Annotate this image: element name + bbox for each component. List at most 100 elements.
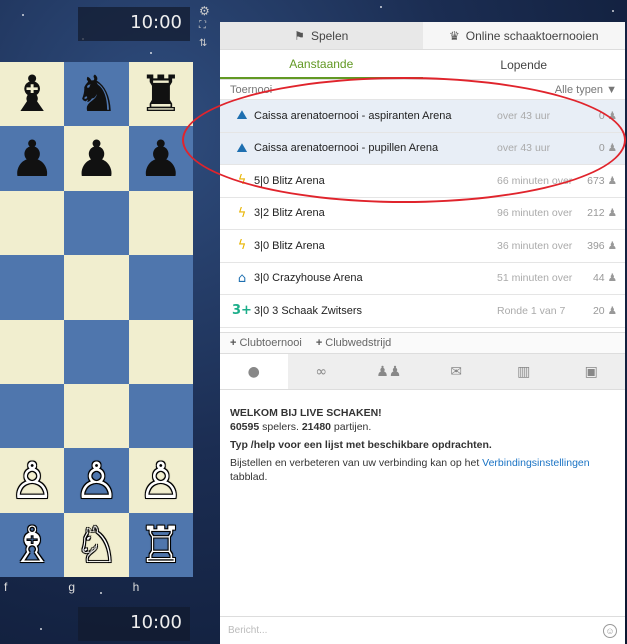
tournament-player-count: 0 ♟ bbox=[575, 142, 625, 154]
tab-play[interactable]: ⚑ Spelen bbox=[220, 22, 423, 49]
chat-welcome: WELKOM BIJ LIVE SCHAKEN! bbox=[230, 407, 382, 419]
tournament-list[interactable]: ⛰ Caissa arenatoernooi - aspiranten Arena… bbox=[220, 100, 625, 332]
blitz-icon: ϟ bbox=[237, 173, 247, 189]
player-count-value: 0 bbox=[598, 142, 605, 155]
create-club-match-button[interactable]: + Clubwedstrijd bbox=[316, 337, 391, 349]
piece-square[interactable]: ♗ bbox=[0, 512, 65, 578]
chat-players-text: spelers. bbox=[259, 421, 302, 433]
flip-board-icon[interactable]: ⇅ bbox=[199, 38, 207, 49]
crazy-icon: ⌂ bbox=[237, 270, 247, 286]
stats-icon[interactable]: ▥ bbox=[490, 354, 558, 389]
tournament-row[interactable]: ➤1|0 Bullet Arena26 minuten229 ♟ bbox=[220, 328, 625, 333]
piece-square[interactable]: ♖ bbox=[128, 512, 193, 578]
piece-square[interactable]: ♞ bbox=[64, 62, 129, 127]
tab-upcoming[interactable]: Aanstaande bbox=[220, 50, 423, 79]
piece-square[interactable]: ♟ bbox=[0, 126, 65, 191]
board-square[interactable] bbox=[0, 190, 65, 256]
tournament-row[interactable]: ⌂ 3|0 Crazyhouse Arena 51 minuten over 44 ♟ bbox=[220, 263, 625, 295]
tournament-start-time: 36 minuten over bbox=[497, 239, 573, 252]
messages-icon[interactable]: ✉ bbox=[423, 354, 491, 389]
player-count-value: 0 bbox=[598, 109, 605, 122]
piece-square[interactable]: ♜ bbox=[128, 62, 193, 127]
type-filter-dropdown[interactable]: Alle typen ▼ bbox=[555, 84, 617, 96]
tournament-player-count: 20 ♟ bbox=[575, 305, 625, 317]
piece-square[interactable]: ♟ bbox=[128, 126, 193, 191]
piece-square[interactable]: ♝ bbox=[0, 62, 65, 127]
chat-settings-post: tabblad. bbox=[230, 471, 268, 483]
player-count-value: 673 bbox=[587, 174, 605, 187]
board-square[interactable] bbox=[0, 383, 65, 449]
person-icon: ♟ bbox=[607, 207, 617, 220]
board-square[interactable] bbox=[64, 190, 129, 256]
board-square[interactable] bbox=[128, 383, 193, 449]
file-label: h bbox=[132, 580, 140, 594]
fullscreen-icon[interactable]: ⛶ bbox=[199, 20, 206, 31]
tournament-name: 5|0 Blitz Arena bbox=[254, 174, 325, 187]
message-bar: Bericht... ☺ bbox=[220, 616, 625, 644]
tab-online-tournaments[interactable]: ♛ Online schaaktoernooien bbox=[422, 22, 625, 49]
sub-tabs: Aanstaande Lopende bbox=[220, 50, 625, 80]
board-square[interactable] bbox=[0, 255, 65, 320]
flag-icon: ⚑ bbox=[294, 28, 305, 43]
board-square[interactable] bbox=[0, 319, 65, 384]
file-labels: f g h bbox=[0, 580, 193, 594]
tournament-player-count: 0 ♟ bbox=[575, 110, 625, 122]
friends-icon[interactable]: ♟♟ bbox=[355, 354, 423, 389]
tournament-name: 3|0 Blitz Arena bbox=[254, 239, 325, 252]
tournament-row[interactable]: ⛰ Caissa arenatoernooi - aspiranten Arena… bbox=[220, 100, 625, 133]
board-square[interactable] bbox=[128, 319, 193, 384]
player-clock: 10:00 bbox=[78, 607, 190, 641]
piece-square[interactable]: ♟ bbox=[64, 126, 129, 191]
tournament-player-count: 673 ♟ bbox=[575, 175, 625, 187]
board-rank bbox=[0, 319, 193, 384]
chat-bubble-icon[interactable]: ● bbox=[220, 354, 288, 389]
piece-square[interactable]: ♙ bbox=[128, 448, 193, 513]
tournament-player-count: 44 ♟ bbox=[575, 272, 625, 284]
chat-icon-tabs: ● ∞ ♟♟ ✉ ▥ ▣ bbox=[220, 354, 625, 390]
person-icon: ♟ bbox=[607, 272, 617, 285]
message-input[interactable]: Bericht... bbox=[228, 625, 267, 636]
chess-board[interactable]: ♝ ♞ ♜ ♟ ♟ ♟ ♙ ♙ ♙ ♗ ♘ ♖ bbox=[0, 62, 193, 578]
piece-square[interactable]: ♙ bbox=[64, 448, 129, 513]
emoji-icon[interactable]: ☺ bbox=[603, 623, 617, 638]
board-rank: ♟ ♟ ♟ bbox=[0, 126, 193, 191]
three-icon: 3+ bbox=[232, 303, 252, 319]
tournament-start-time: over 43 uur bbox=[497, 142, 551, 155]
tournament-name: 3|2 Blitz Arena bbox=[254, 207, 325, 220]
tournament-name: Caissa arenatoernooi - aspiranten Arena bbox=[254, 109, 452, 122]
tournament-row[interactable]: ⛰ Caissa arenatoernooi - pupillen Arena ov… bbox=[220, 132, 625, 165]
binoculars-icon[interactable]: ∞ bbox=[288, 354, 356, 389]
chat-games-text: partijen. bbox=[331, 421, 372, 433]
player-count-value: 396 bbox=[587, 239, 605, 252]
blitz-icon: ϟ bbox=[237, 205, 247, 221]
player-count-value: 20 bbox=[592, 304, 605, 317]
chat-games-count: 21480 bbox=[301, 421, 332, 433]
board-square[interactable] bbox=[128, 190, 193, 256]
tab-online-label: Online schaaktoernooien bbox=[465, 28, 599, 43]
player-count-value: 44 bbox=[592, 272, 605, 285]
tournament-row[interactable]: ϟ 3|2 Blitz Arena 96 minuten over 212 ♟ bbox=[220, 198, 625, 230]
chat-help: Typ /help voor een lijst met beschikbare… bbox=[230, 439, 492, 451]
create-club-tournament-button[interactable]: + Clubtoernooi bbox=[230, 337, 302, 349]
board-rank bbox=[0, 255, 193, 320]
board-rank: ♗ ♘ ♖ bbox=[0, 512, 193, 578]
tournament-start-time: Ronde 1 van 7 bbox=[497, 304, 566, 317]
board-square[interactable] bbox=[64, 383, 129, 449]
board-square[interactable] bbox=[64, 255, 129, 320]
tournament-row[interactable]: ϟ 5|0 Blitz Arena 66 minuten over 673 ♟ bbox=[220, 165, 625, 198]
plus-icon: + bbox=[230, 337, 237, 349]
board-square[interactable] bbox=[64, 319, 129, 384]
arena-icon: ⛰ bbox=[236, 108, 248, 124]
piece-square[interactable]: ♘ bbox=[64, 512, 129, 578]
main-tabs: ⚑ Spelen ♛ Online schaaktoernooien bbox=[220, 22, 625, 50]
video-icon[interactable]: ▣ bbox=[558, 354, 626, 389]
piece-square[interactable]: ♙ bbox=[0, 448, 65, 513]
create-bar: + Clubtoernooi + Clubwedstrijd bbox=[220, 332, 625, 354]
settings-icon[interactable]: ⚙ bbox=[199, 4, 210, 18]
tournament-row[interactable]: 3+ 3|0 3 Schaak Zwitsers Ronde 1 van 7 20 ♟ bbox=[220, 295, 625, 328]
board-square[interactable] bbox=[128, 255, 193, 320]
connection-settings-link[interactable]: Verbindingsinstellingen bbox=[482, 457, 589, 469]
tab-ongoing[interactable]: Lopende bbox=[423, 50, 626, 79]
tournament-row[interactable]: ϟ 3|0 Blitz Arena 36 minuten over 396 ♟ bbox=[220, 230, 625, 263]
player-count-value: 212 bbox=[587, 207, 605, 220]
